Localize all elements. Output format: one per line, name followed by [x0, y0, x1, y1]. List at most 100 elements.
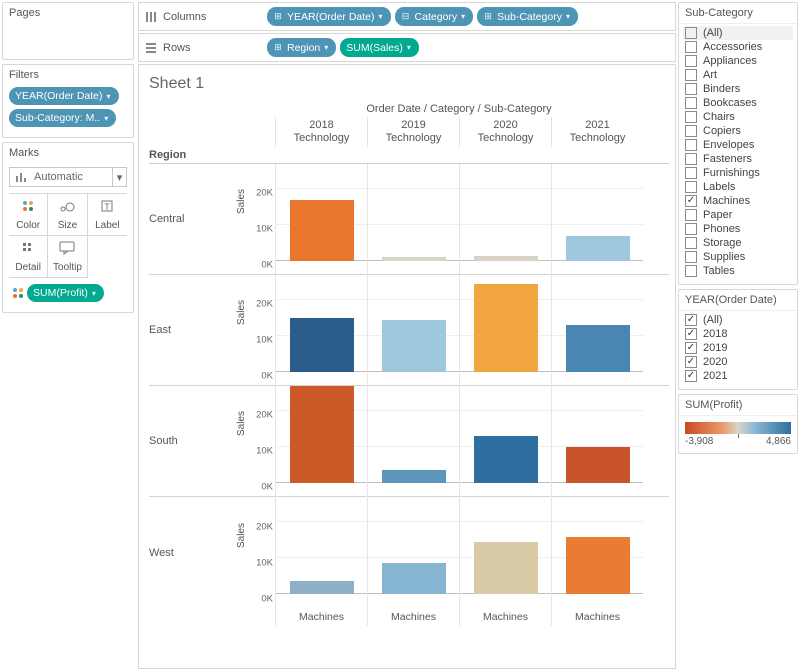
- option-label: Phones: [703, 223, 740, 235]
- chevron-down-icon: ▾: [107, 92, 111, 101]
- subcategory-option[interactable]: Envelopes: [683, 138, 793, 152]
- subcategory-option[interactable]: Appliances: [683, 54, 793, 68]
- checkbox-icon: [685, 181, 697, 193]
- y-axis-tick: 10K: [256, 558, 273, 569]
- chart-cell: [367, 497, 459, 608]
- y-axis-tick: 0K: [261, 482, 273, 493]
- rows-shelf[interactable]: Rows ⊞Region▾SUM(Sales)▾: [138, 33, 676, 62]
- region-row: EastSales0K10K20K: [149, 275, 669, 386]
- option-label: Machines: [703, 195, 750, 207]
- bar[interactable]: [474, 542, 538, 594]
- bar[interactable]: [382, 320, 446, 372]
- bar[interactable]: [566, 447, 630, 483]
- subcategory-option[interactable]: Furnishings: [683, 166, 793, 180]
- bar[interactable]: [382, 470, 446, 483]
- chart-cell: [367, 164, 459, 275]
- checkbox-icon: [685, 55, 697, 67]
- option-label: (All): [703, 27, 723, 39]
- expand-icon: ⊞: [483, 11, 493, 22]
- marks-type-label: Automatic: [32, 171, 112, 183]
- year-option[interactable]: 2020: [683, 355, 793, 369]
- filter-pill[interactable]: YEAR(Order Date)▾: [9, 87, 119, 105]
- shelf-pill[interactable]: ⊞Region▾: [267, 38, 336, 57]
- year-option[interactable]: 2021: [683, 369, 793, 383]
- checkbox-icon: [685, 265, 697, 277]
- shelf-pill[interactable]: ⊟Category▾: [395, 7, 474, 26]
- subcategory-option[interactable]: Binders: [683, 82, 793, 96]
- marks-color-pill[interactable]: SUM(Profit) ▾: [27, 284, 104, 302]
- subcategory-option[interactable]: (All): [683, 26, 793, 40]
- subcategory-option[interactable]: Accessories: [683, 40, 793, 54]
- pages-shelf[interactable]: Pages: [2, 2, 134, 60]
- marks-size-button[interactable]: Size: [48, 194, 87, 236]
- y-axis-tick: 10K: [256, 224, 273, 235]
- subcategory-option[interactable]: Paper: [683, 208, 793, 222]
- subcategory-option[interactable]: Storage: [683, 236, 793, 250]
- y-axis: Sales0K10K20K: [239, 497, 275, 608]
- bar[interactable]: [290, 386, 354, 483]
- bar[interactable]: [382, 257, 446, 261]
- marks-type-dropdown[interactable]: Automatic ▾: [9, 167, 127, 187]
- filters-shelf[interactable]: Filters YEAR(Order Date)▾Sub-Category: M…: [2, 64, 134, 138]
- bar[interactable]: [566, 236, 630, 261]
- rows-label: Rows: [163, 42, 263, 54]
- color-legend-panel: SUM(Profit) -3,908 4,866: [678, 394, 798, 454]
- option-label: Labels: [703, 181, 735, 193]
- tooltip-icon: [59, 241, 75, 260]
- y-axis-tick: 20K: [256, 522, 273, 533]
- bar[interactable]: [474, 284, 538, 372]
- shelf-pill-label: Sub-Category: [497, 11, 562, 23]
- subcategory-option[interactable]: Art: [683, 68, 793, 82]
- chevron-down-icon: ▾: [461, 12, 465, 21]
- bar[interactable]: [290, 200, 354, 261]
- sidebar-left: Pages Filters YEAR(Order Date)▾Sub-Categ…: [0, 0, 136, 671]
- bar[interactable]: [566, 537, 630, 594]
- option-label: 2020: [703, 356, 727, 368]
- subcategory-option[interactable]: Labels: [683, 180, 793, 194]
- marks-detail-button[interactable]: Detail: [9, 236, 48, 278]
- viz-canvas[interactable]: Sheet 1 Order Date / Category / Sub-Cate…: [138, 64, 676, 669]
- bar[interactable]: [474, 436, 538, 483]
- year-option[interactable]: 2018: [683, 327, 793, 341]
- option-label: Supplies: [703, 251, 745, 263]
- y-axis-tick: 0K: [261, 594, 273, 605]
- chart-cell: [275, 164, 367, 275]
- subcategory-option[interactable]: Chairs: [683, 110, 793, 124]
- column-footer: Machines: [459, 608, 551, 626]
- shelf-pill[interactable]: ⊞Sub-Category▾: [477, 7, 578, 26]
- subcategory-option[interactable]: Supplies: [683, 250, 793, 264]
- chevron-down-icon: ▾: [407, 43, 411, 52]
- columns-shelf[interactable]: Columns ⊞YEAR(Order Date)▾⊟Category▾⊞Sub…: [138, 2, 676, 31]
- app-root: Pages Filters YEAR(Order Date)▾Sub-Categ…: [0, 0, 800, 671]
- shelf-pill[interactable]: ⊞YEAR(Order Date)▾: [267, 7, 391, 26]
- chart-cell: [459, 386, 551, 497]
- bar[interactable]: [474, 256, 538, 261]
- bar[interactable]: [290, 581, 354, 594]
- column-super-header: Order Date / Category / Sub-Category: [275, 103, 643, 115]
- region-row: WestSales0K10K20K: [149, 497, 669, 608]
- subcategory-option[interactable]: Tables: [683, 264, 793, 278]
- year-option[interactable]: 2019: [683, 341, 793, 355]
- marks-color-button[interactable]: Color: [9, 194, 48, 236]
- filter-pill[interactable]: Sub-Category: M..▾: [9, 109, 116, 127]
- subcategory-option[interactable]: Bookcases: [683, 96, 793, 110]
- bar[interactable]: [382, 563, 446, 594]
- chart-cell: [459, 497, 551, 608]
- checkbox-icon: [685, 83, 697, 95]
- marks-label-button[interactable]: TLabel: [88, 194, 127, 236]
- subcategory-option[interactable]: Fasteners: [683, 152, 793, 166]
- option-label: (All): [703, 314, 723, 326]
- subcategory-option[interactable]: Phones: [683, 222, 793, 236]
- shelf-pill[interactable]: SUM(Sales)▾: [340, 38, 419, 57]
- year-option[interactable]: (All): [683, 313, 793, 327]
- option-label: Tables: [703, 265, 735, 277]
- marks-color-pill-label: SUM(Profit): [33, 287, 88, 299]
- shelf-pill-label: Region: [287, 42, 320, 54]
- subcategory-option[interactable]: Copiers: [683, 124, 793, 138]
- bar[interactable]: [290, 318, 354, 372]
- bar[interactable]: [566, 325, 630, 372]
- chart-cell: [367, 386, 459, 497]
- subcategory-option[interactable]: Machines: [683, 194, 793, 208]
- marks-tooltip-button[interactable]: Tooltip: [48, 236, 87, 278]
- y-axis: Sales0K10K20K: [239, 275, 275, 385]
